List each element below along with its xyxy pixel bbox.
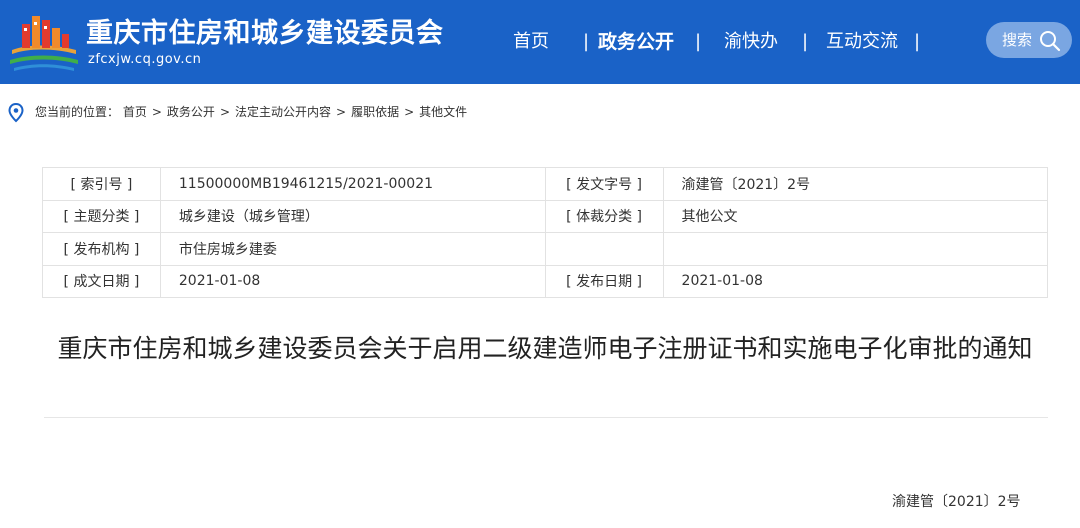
search-icon bbox=[1040, 31, 1061, 52]
meta-value-genre: 其他公文 bbox=[662, 199, 1049, 233]
meta-value-written-date: 2021-01-08 bbox=[159, 264, 546, 298]
meta-key-topic: [ 主题分类 ] bbox=[42, 199, 161, 233]
breadcrumb-prefix: 您当前的位置： bbox=[35, 105, 120, 119]
document-metadata-table: [ 索引号 ] 11500000MB19461215/2021-00021 [ … bbox=[42, 167, 1049, 298]
breadcrumb-item-statutory-disclosure[interactable]: 法定主动公开内容 bbox=[235, 102, 331, 122]
meta-value-document-number: 渝建管〔2021〕2号 bbox=[662, 167, 1049, 201]
table-row: [ 成文日期 ] 2021-01-08 [ 发布日期 ] 2021-01-08 bbox=[42, 264, 1049, 298]
breadcrumb-item-home[interactable]: 首页 bbox=[123, 102, 147, 122]
breadcrumb-arrow: > bbox=[151, 105, 162, 119]
meta-value-publish-date: 2021-01-08 bbox=[662, 264, 1049, 298]
nav-government-affairs[interactable]: 政务公开 bbox=[598, 28, 674, 56]
breadcrumb-arrow: > bbox=[219, 105, 230, 119]
breadcrumb-item-other-documents[interactable]: 其他文件 bbox=[419, 102, 467, 122]
meta-key-index-number: [ 索引号 ] bbox=[42, 167, 161, 201]
meta-key-empty bbox=[544, 232, 664, 266]
nav-separator: | bbox=[914, 31, 921, 52]
site-title: 重庆市住房和城乡建设委员会 bbox=[86, 18, 444, 49]
meta-value-index-number: 11500000MB19461215/2021-00021 bbox=[159, 167, 546, 201]
meta-value-empty bbox=[662, 232, 1049, 266]
breadcrumb-item-government-affairs[interactable]: 政务公开 bbox=[167, 102, 215, 122]
nav-separator: | bbox=[695, 31, 702, 52]
nav-separator: | bbox=[583, 31, 590, 52]
search-label: 搜索 bbox=[1002, 31, 1033, 49]
document-number: 渝建管〔2021〕2号 bbox=[892, 494, 1021, 510]
meta-key-genre: [ 体裁分类 ] bbox=[544, 199, 664, 233]
meta-key-document-number: [ 发文字号 ] bbox=[544, 167, 664, 201]
meta-value-publisher: 市住房城乡建委 bbox=[159, 232, 546, 266]
nav-separator: | bbox=[802, 31, 809, 52]
table-row: [ 发布机构 ] 市住房城乡建委 bbox=[42, 232, 1049, 266]
breadcrumb-item-duty-basis[interactable]: 履职依据 bbox=[351, 102, 399, 122]
table-row: [ 索引号 ] 11500000MB19461215/2021-00021 [ … bbox=[42, 167, 1049, 201]
meta-value-topic: 城乡建设（城乡管理） bbox=[159, 199, 546, 233]
nav-yukuaiban[interactable]: 渝快办 bbox=[724, 28, 778, 56]
table-row: [ 主题分类 ] 城乡建设（城乡管理） [ 体裁分类 ] 其他公文 bbox=[42, 199, 1049, 233]
site-header: 重庆市住房和城乡建设委员会 zfcxjw.cq.gov.cn 首页 | 政务公开… bbox=[0, 0, 1080, 84]
breadcrumb-arrow: > bbox=[404, 105, 415, 119]
title-divider bbox=[44, 417, 1048, 418]
city-emblem-icon[interactable] bbox=[8, 10, 80, 72]
nav-home[interactable]: 首页 bbox=[513, 28, 549, 56]
location-pin-icon bbox=[8, 103, 24, 123]
search-button[interactable]: 搜索 bbox=[986, 22, 1072, 58]
nav-interaction[interactable]: 互动交流 bbox=[826, 28, 898, 56]
site-domain: zfcxjw.cq.gov.cn bbox=[88, 52, 202, 67]
breadcrumb-arrow: > bbox=[336, 105, 347, 119]
meta-key-publish-date: [ 发布日期 ] bbox=[544, 264, 664, 298]
document-title: 重庆市住房和城乡建设委员会关于启用二级建造师电子注册证书和实施电子化审批的通知 bbox=[57, 334, 1033, 363]
meta-key-publisher: [ 发布机构 ] bbox=[42, 232, 161, 266]
meta-key-written-date: [ 成文日期 ] bbox=[42, 264, 161, 298]
